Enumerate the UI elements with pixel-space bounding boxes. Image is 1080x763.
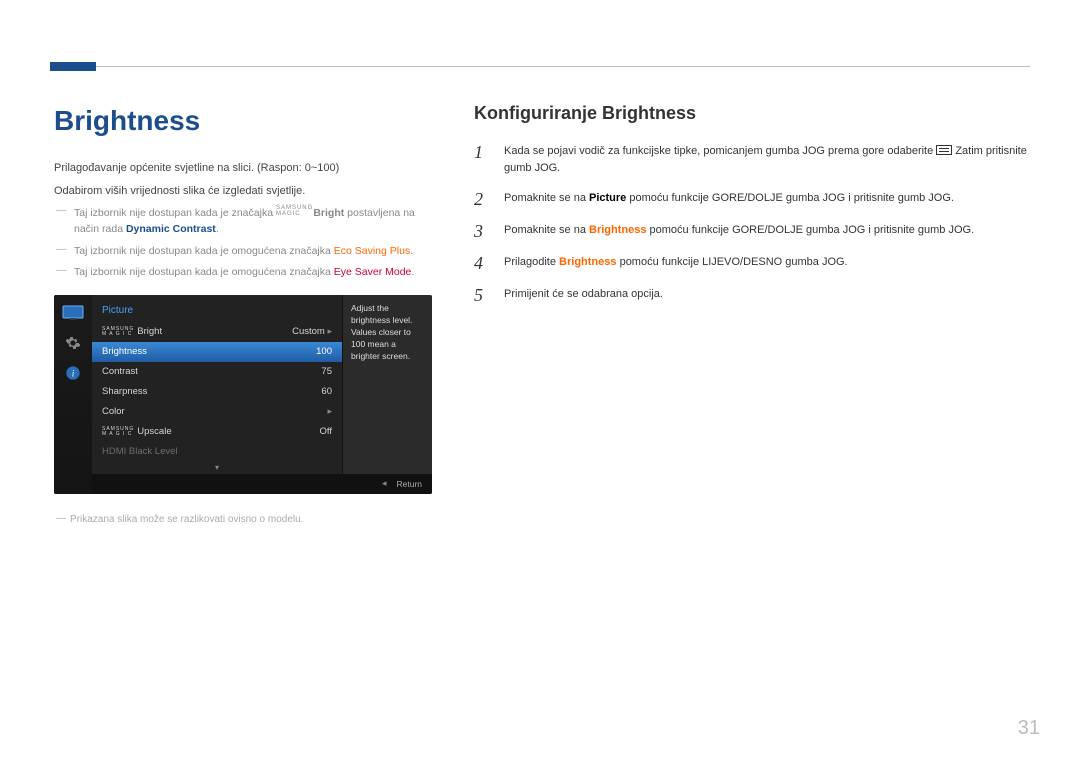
osd-menu-row: SAMSUNGM A G I CBright Custom ▸ <box>92 322 342 342</box>
osd-row-label: SAMSUNGM A G I CUpscale <box>102 425 172 439</box>
step-item: 5 Primijenit će se odabrana opcija. <box>474 286 1030 304</box>
osd-footer: ◂ Return <box>92 474 432 494</box>
step-text: Primijenit će se odabrana opcija. <box>504 286 663 303</box>
info-tab-icon: i <box>62 365 84 381</box>
intro-line-2: Odabirom viših vrijednosti slika će izgl… <box>54 183 434 200</box>
osd-row-value: ▸ <box>327 405 332 419</box>
step-text: Pomaknite se na Brightness pomoću funkci… <box>504 222 974 239</box>
osd-menu-row: Sharpness 60 <box>92 382 342 402</box>
osd-menu-row: Contrast 75 <box>92 362 342 382</box>
step-text: Kada se pojavi vodič za funkcijske tipke… <box>504 143 1030 176</box>
step-highlight: Picture <box>589 192 626 204</box>
page-number: 31 <box>1018 713 1040 743</box>
samsung-magic-prefix: SAMSUNGM A G I C <box>102 327 134 337</box>
osd-row-label: SAMSUNGM A G I CBright <box>102 325 162 339</box>
osd-row-label: Brightness <box>102 345 147 359</box>
osd-row-value: Custom ▸ <box>292 325 332 339</box>
step-item: 2 Pomaknite se na Picture pomoću funkcije… <box>474 190 1030 208</box>
osd-help-text: Adjust the brightness level. Values clos… <box>342 295 432 474</box>
osd-row-label: HDMI Black Level <box>102 445 178 459</box>
osd-menu-row: Color ▸ <box>92 402 342 422</box>
step-text: Pomaknite se na Picture pomoću funkcije … <box>504 190 954 207</box>
step-highlight: Brightness <box>589 224 646 236</box>
left-caret-icon: ◂ <box>382 477 387 491</box>
settings-tab-icon <box>62 335 84 351</box>
menu-icon <box>936 145 952 155</box>
step-highlight: Brightness <box>559 256 616 268</box>
osd-menu-row: SAMSUNGM A G I CUpscale Off <box>92 422 342 442</box>
step-number: 1 <box>474 143 488 161</box>
osd-screenshot: i Picture SAMSUNGM A G I CBright Custom ▸… <box>54 295 432 494</box>
osd-title: Picture <box>92 295 342 322</box>
osd-menu-row: Brightness 100 <box>92 342 342 362</box>
osd-row-label: Sharpness <box>102 385 147 399</box>
step-text: Prilagodite Brightness pomoću funkcije L… <box>504 254 848 271</box>
osd-row-value: 60 <box>321 385 332 399</box>
osd-menu-row: HDMI Black Level <box>92 442 342 462</box>
osd-row-value: 100 <box>316 345 332 359</box>
scroll-down-icon: ▾ <box>92 462 342 474</box>
step-number: 2 <box>474 190 488 208</box>
osd-row-value: Off <box>320 425 333 439</box>
step-number: 5 <box>474 286 488 304</box>
picture-tab-icon <box>62 305 84 321</box>
osd-row-label: Color <box>102 405 125 419</box>
step-item: 1 Kada se pojavi vodič za funkcijske tipk… <box>474 143 1030 176</box>
osd-row-label: Contrast <box>102 365 138 379</box>
step-number: 4 <box>474 254 488 272</box>
note-dynamic-contrast: Taj izbornik nije dostupan kada je znača… <box>54 205 434 238</box>
svg-text:i: i <box>72 369 75 379</box>
samsung-magic-label: SAMSUNGMAGIC <box>276 205 313 217</box>
note-eye-saver: Taj izbornik nije dostupan kada je omogu… <box>54 265 434 281</box>
screenshot-caption: Prikazana slika može se razlikovati ovis… <box>54 512 434 527</box>
note-eco-saving: Taj izbornik nije dostupan kada je omogu… <box>54 244 434 260</box>
osd-row-value: 75 <box>321 365 332 379</box>
section-heading: Konfiguriranje Brightness <box>474 100 1030 127</box>
intro-line-1: Prilagođavanje općenite svjetline na sli… <box>54 160 434 177</box>
samsung-magic-prefix: SAMSUNGM A G I C <box>102 427 134 437</box>
page-title: Brightness <box>54 100 434 142</box>
steps-list: 1 Kada se pojavi vodič za funkcijske tipk… <box>474 143 1030 304</box>
step-number: 3 <box>474 222 488 240</box>
return-label: Return <box>396 478 422 491</box>
step-item: 3 Pomaknite se na Brightness pomoću funkc… <box>474 222 1030 240</box>
osd-tab-bar: i <box>54 295 92 494</box>
step-item: 4 Prilagodite Brightness pomoću funkcije … <box>474 254 1030 272</box>
